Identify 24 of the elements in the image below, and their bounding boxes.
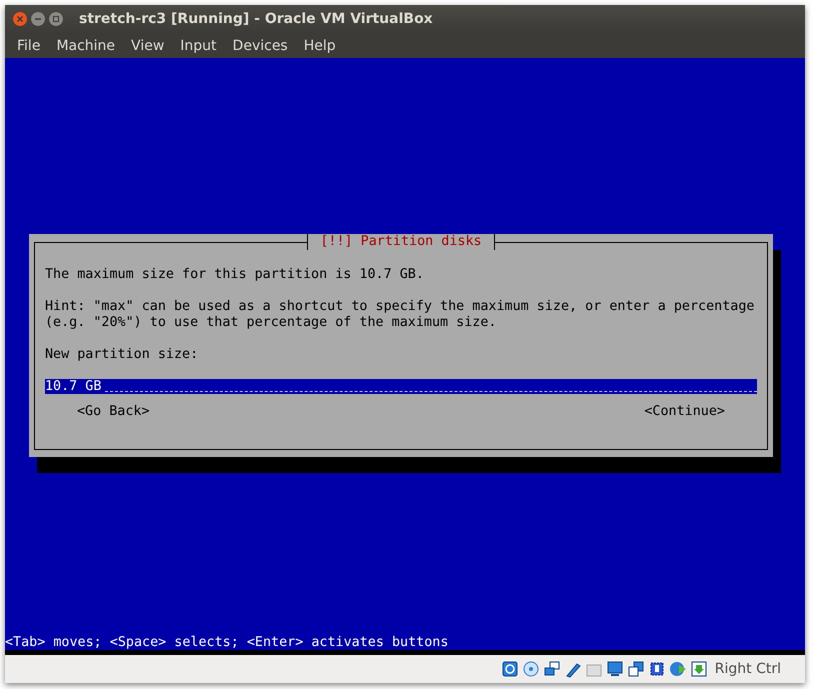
menu-item[interactable]: Machine	[48, 36, 124, 56]
menu-item[interactable]: Help	[296, 36, 344, 56]
download-icon[interactable]	[690, 660, 708, 678]
menu-item[interactable]: Input	[172, 36, 225, 56]
minimize-button[interactable]	[31, 12, 45, 26]
continue-button[interactable]: <Continue>	[644, 404, 725, 420]
close-button[interactable]	[13, 12, 27, 26]
dialog-title: [!!] Partition disks	[307, 234, 495, 250]
host-key-label: Right Ctrl	[714, 661, 781, 677]
maximize-button[interactable]	[49, 12, 63, 26]
display-icon[interactable]	[606, 660, 624, 678]
window-title: stretch-rc3 [Running] - Oracle VM VirtualBox	[79, 11, 433, 27]
menu-item[interactable]: View	[123, 36, 172, 56]
menu-item[interactable]: File	[9, 36, 48, 56]
hint-text: Hint: "max" can be used as a shortcut to specify the maximum size, or enter a percentage (e.g. "20%") to use that percentage of the maximum size.	[45, 299, 756, 331]
disc-icon[interactable]	[522, 660, 540, 678]
chip-icon[interactable]	[648, 660, 666, 678]
message-text: The maximum size for this partition is 10.7 GB.	[45, 267, 425, 283]
input-field[interactable]: 10.7 GB	[45, 379, 757, 394]
go-back-button[interactable]: <Go Back>	[77, 404, 150, 420]
help-line: <Tab> moves; <Space> selects; <Enter> activates buttons	[5, 635, 448, 650]
field-label: New partition size:	[45, 347, 200, 363]
menu-item[interactable]: Devices	[224, 36, 296, 56]
windows-icon[interactable]	[626, 660, 645, 678]
